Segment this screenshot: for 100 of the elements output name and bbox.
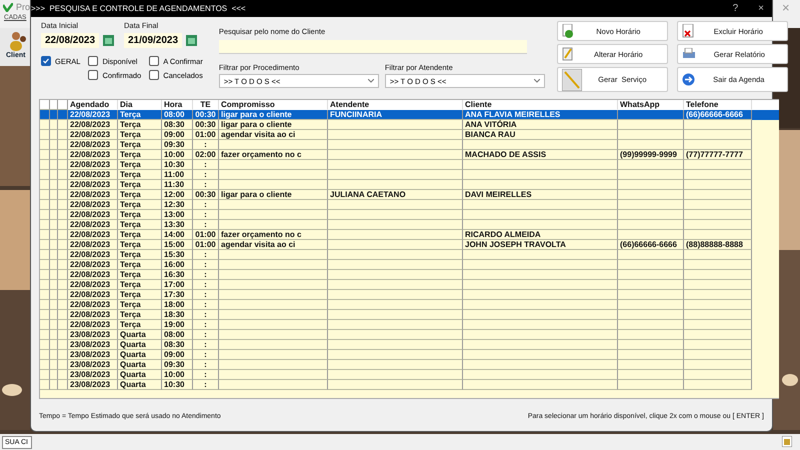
checkbox-box[interactable] xyxy=(88,56,98,66)
table-cell: Terça xyxy=(118,280,162,290)
table-row[interactable]: 23/08/2023 Quarta 08:30 : xyxy=(40,340,779,350)
close-button[interactable]: × xyxy=(758,3,764,14)
table-row[interactable]: 22/08/2023 Terça 13:30 : xyxy=(40,220,779,230)
table-cell: Terça xyxy=(118,180,162,190)
table-cell: : xyxy=(193,330,219,340)
table-cell: : xyxy=(193,290,219,300)
table-row[interactable]: 22/08/2023 Terça 09:30 : xyxy=(40,140,779,150)
table-cell: : xyxy=(193,220,219,230)
table-row[interactable]: 22/08/2023 Terça 16:30 : xyxy=(40,270,779,280)
table-cell: Terça xyxy=(118,320,162,330)
table-row[interactable]: 22/08/2023 Terça 14:00 01:00 fazer orçamento no c RICARDO ALMEIDA xyxy=(40,230,779,240)
table-cell: 22/08/2023 xyxy=(68,200,118,210)
table-row[interactable]: 22/08/2023 Terça 17:00 : xyxy=(40,280,779,290)
pencil-icon xyxy=(562,47,574,61)
table-cell: Quarta xyxy=(118,370,162,380)
table-cell: JOHN JOSEPH TRAVOLTA xyxy=(463,240,618,250)
table-cell: 23/08/2023 xyxy=(68,340,118,350)
table-row[interactable]: 22/08/2023 Terça 12:00 00:30 ligar para o cliente JULIANA CAETANO DAVI MEIRELLES xyxy=(40,190,779,200)
table-cell: (88)88888-8888 xyxy=(684,240,752,250)
table-cell: FUNCIINARIA xyxy=(328,110,463,120)
table-row[interactable]: 22/08/2023 Terça 16:00 : xyxy=(40,260,779,270)
table-cell: Terça xyxy=(118,110,162,120)
table-cell: 22/08/2023 xyxy=(68,110,118,120)
table-cell: : xyxy=(193,380,219,390)
table-cell: 10:00 xyxy=(162,150,193,160)
table-cell: 22/08/2023 xyxy=(68,150,118,160)
table-cell: Terça xyxy=(118,170,162,180)
table-cell: Quarta xyxy=(118,340,162,350)
table-cell: : xyxy=(193,320,219,330)
table-cell: 00:30 xyxy=(193,190,219,200)
table-cell: ligar para o cliente xyxy=(219,120,328,130)
table-cell: : xyxy=(193,370,219,380)
table-row[interactable]: 23/08/2023 Quarta 10:30 : xyxy=(40,380,779,390)
table-cell: 11:30 xyxy=(162,180,193,190)
table-cell: agendar visita ao ci xyxy=(219,240,328,250)
table-row[interactable]: 22/08/2023 Terça 09:00 01:00 agendar visita ao ci BIANCA RAU xyxy=(40,130,779,140)
table-cell: 22/08/2023 xyxy=(68,210,118,220)
table-cell: 01:00 xyxy=(193,130,219,140)
people-icon[interactable] xyxy=(8,30,28,52)
table-cell: 22/08/2023 xyxy=(68,320,118,330)
table-row[interactable]: 22/08/2023 Terça 13:00 : xyxy=(40,210,779,220)
table-cell: 23/08/2023 xyxy=(68,350,118,360)
table-cell: 22/08/2023 xyxy=(68,170,118,180)
table-cell: 08:00 xyxy=(162,110,193,120)
table-cell: Terça xyxy=(118,220,162,230)
table-cell: Terça xyxy=(118,260,162,270)
checkbox-box[interactable] xyxy=(88,70,98,80)
table-cell: fazer orçamento no c xyxy=(219,230,328,240)
table-cell: 23/08/2023 xyxy=(68,370,118,380)
date-field[interactable]: 22/08/2023 xyxy=(41,33,99,48)
table-cell: (66)66666-6666 xyxy=(618,240,684,250)
table-row[interactable]: 23/08/2023 Quarta 09:30 : xyxy=(40,360,779,370)
table-row[interactable]: 22/08/2023 Terça 08:30 00:30 ligar para o cliente ANA VITÓRIA xyxy=(40,120,779,130)
table-cell: 00:30 xyxy=(193,120,219,130)
table-row[interactable]: 23/08/2023 Quarta 09:00 : xyxy=(40,350,779,360)
table-cell: : xyxy=(193,340,219,350)
table-cell: 15:30 xyxy=(162,250,193,260)
help-button[interactable]: ? xyxy=(732,3,738,14)
table-cell: : xyxy=(193,350,219,360)
table-row[interactable]: 22/08/2023 Terça 18:30 : xyxy=(40,310,779,320)
table-cell: Terça xyxy=(118,190,162,200)
table-row[interactable]: 22/08/2023 Terça 08:00 00:30 ligar para o cliente FUNCIINARIA ANA FLAVIA MEIRELLES (66)66666-6666 xyxy=(40,110,779,120)
table-cell: 10:00 xyxy=(162,370,193,380)
table-row[interactable]: 23/08/2023 Quarta 10:00 : xyxy=(40,370,779,380)
search-field[interactable] xyxy=(218,40,527,54)
table-cell: 01:00 xyxy=(193,240,219,250)
table-cell: ligar para o cliente xyxy=(219,190,328,200)
table-row[interactable]: 22/08/2023 Terça 10:00 02:00 fazer orçamento no c MACHADO DE ASSIS (99)99999-9999 (77)77777-7777 xyxy=(40,150,779,160)
arrow-circle-icon xyxy=(682,73,695,86)
table-row[interactable]: 22/08/2023 Terça 11:30 : xyxy=(40,180,779,190)
date-field[interactable]: 21/09/2023 xyxy=(124,33,182,48)
printer-icon xyxy=(682,48,696,60)
checkbox-box[interactable] xyxy=(149,70,160,80)
table-row[interactable]: 23/08/2023 Quarta 08:00 : xyxy=(40,330,779,340)
table-row[interactable]: 22/08/2023 Terça 17:30 : xyxy=(40,290,779,300)
check-icon xyxy=(43,58,49,64)
table-row[interactable]: 22/08/2023 Terça 19:00 : xyxy=(40,320,779,330)
window-title: >>> PESQUISA E CONTROLE DE AGENDAMENTOS <<< xyxy=(31,4,247,13)
table-row[interactable]: 22/08/2023 Terça 10:30 : xyxy=(40,160,779,170)
table-cell: (99)99999-9999 xyxy=(618,150,684,160)
table-row[interactable]: 22/08/2023 Terça 18:00 : xyxy=(40,300,779,310)
calendar-icon[interactable] xyxy=(782,436,792,447)
table-row[interactable]: 22/08/2023 Terça 15:30 : xyxy=(40,250,779,260)
table-cell: : xyxy=(193,170,219,180)
chevron-down-icon xyxy=(368,79,374,83)
table-cell: 08:30 xyxy=(162,340,193,350)
checkbox-box[interactable] xyxy=(149,56,160,66)
table-cell: : xyxy=(193,360,219,370)
table-row[interactable]: 22/08/2023 Terça 11:00 : xyxy=(40,170,779,180)
table-cell: : xyxy=(193,300,219,310)
table-cell: Terça xyxy=(118,290,162,300)
table-cell: Quarta xyxy=(118,350,162,360)
table-cell: Terça xyxy=(118,140,162,150)
checkbox-box[interactable] xyxy=(41,56,51,66)
table-row[interactable]: 22/08/2023 Terça 15:00 01:00 agendar visita ao ci JOHN JOSEPH TRAVOLTA (66)66666-6666 (88)88888-8888 xyxy=(40,240,779,250)
table-cell: Quarta xyxy=(118,380,162,390)
table-row[interactable]: 22/08/2023 Terça 12:30 : xyxy=(40,200,779,210)
table-cell: Terça xyxy=(118,210,162,220)
